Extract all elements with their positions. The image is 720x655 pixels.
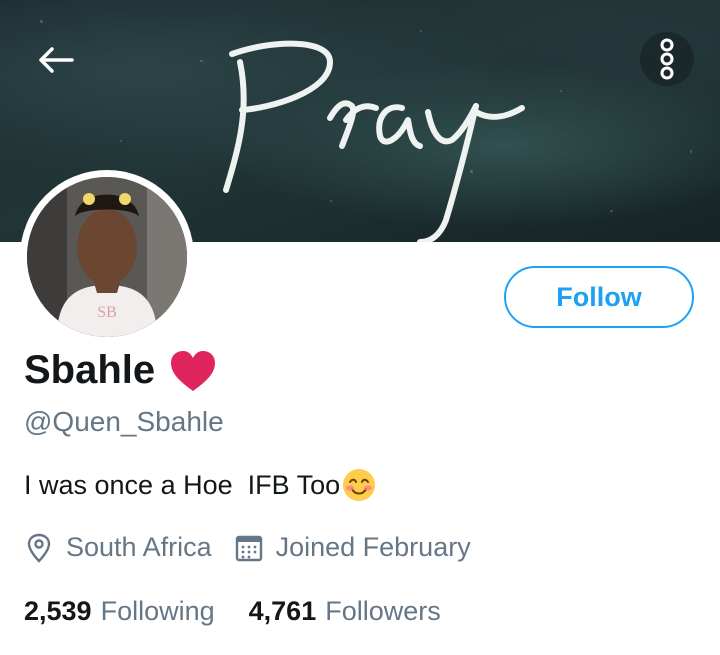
join-date: Joined February xyxy=(234,532,471,563)
profile-name-row: Sbahle xyxy=(24,348,217,393)
avatar-portrait-image: SB xyxy=(27,177,187,337)
follow-stats: 2,539 Following 4,761 Followers xyxy=(24,596,441,627)
location: South Africa xyxy=(24,532,212,563)
followers-link[interactable]: 4,761 Followers xyxy=(249,596,441,627)
calendar-icon xyxy=(235,535,262,561)
profile-meta: South Africa Joined February xyxy=(24,532,471,563)
avatar-photo: SB xyxy=(27,177,187,337)
more-vertical-icon xyxy=(660,38,674,80)
followers-count: 4,761 xyxy=(248,596,317,626)
follow-button[interactable]: Follow xyxy=(504,266,694,328)
following-count: 2,539 xyxy=(24,596,92,626)
display-name: Sbahle xyxy=(24,348,156,392)
location-text: South Africa xyxy=(66,532,212,562)
location-pin-icon xyxy=(27,533,51,563)
bio-text: I was once a Hoe IFB Too xyxy=(24,469,341,500)
following-link[interactable]: 2,539 Following xyxy=(24,596,215,627)
avatar[interactable]: SB xyxy=(20,170,194,344)
arrow-left-icon xyxy=(39,47,74,73)
back-button[interactable] xyxy=(32,40,80,80)
red-heart-icon xyxy=(171,350,216,391)
profile-bio: I was once a Hoe IFB Too xyxy=(24,468,376,502)
username-handle: @Quen_Sbahle xyxy=(24,406,224,437)
join-date-text: Joined February xyxy=(275,532,471,562)
following-label: Following xyxy=(100,596,215,626)
more-options-button[interactable] xyxy=(640,32,694,86)
smiling-face-icon xyxy=(343,469,376,501)
followers-label: Followers xyxy=(325,596,441,626)
svg-text:SB: SB xyxy=(97,304,117,321)
